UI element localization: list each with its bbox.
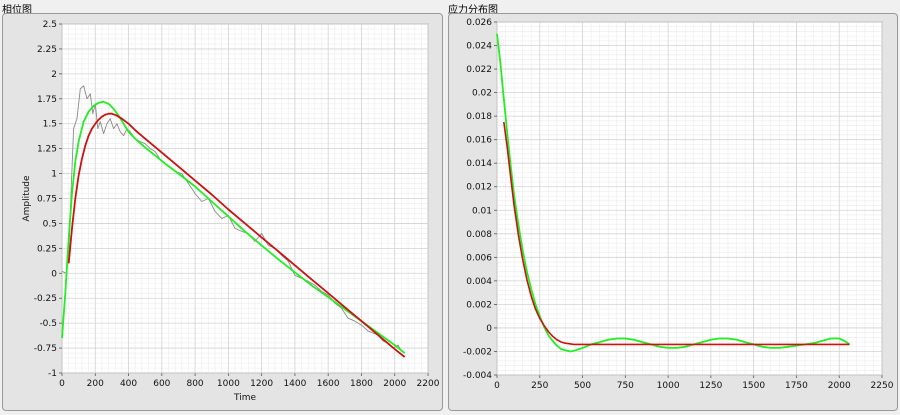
x-tick-label: 1750 [785,381,808,391]
y-tick-label: 0 [486,324,492,334]
y-tick-label: 0.002 [466,300,492,310]
y-tick-label: 0.02 [472,89,492,99]
y-tick-label: 0.008 [466,230,492,240]
x-tick-label: 750 [617,381,634,391]
plot-area [496,21,883,376]
x-tick-label: 1500 [742,381,765,391]
y-tick-label: -0.004 [463,371,492,381]
y-tick-label: 0.01 [472,206,492,216]
y-tick-label: 0.004 [466,277,492,287]
x-tick-label: 0 [494,381,500,391]
x-tick-label: 500 [574,381,591,391]
y-tick-label: 0.018 [466,112,492,122]
y-tick-label: 0.024 [466,42,492,52]
y-tick-label: 0.022 [466,65,492,75]
x-tick-label: 2250 [871,381,894,391]
y-tick-label: 0.006 [466,253,492,263]
y-tick-label: 0.012 [466,183,492,193]
x-tick-label: 250 [531,381,548,391]
y-tick-label: 0.014 [466,159,492,169]
y-tick-label: -0.002 [463,347,492,357]
x-tick-label: 1250 [699,381,722,391]
stress-chart: 0 250 500 750 1000 1250 1500 1750 2000 2250 -0.004… [463,18,894,391]
y-tick-label: 0.026 [466,18,492,28]
x-tick-label: 2000 [828,381,851,391]
y-tick-label: 0.016 [466,136,492,146]
x-tick-label: 1000 [657,381,680,391]
